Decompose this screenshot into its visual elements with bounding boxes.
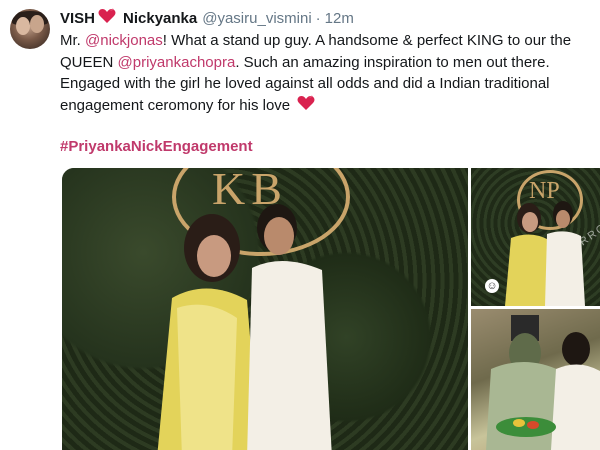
hashtag-link[interactable]: #PriyankaNickEngagement — [60, 138, 253, 155]
avatar-face — [30, 15, 44, 33]
photo-side-bottom[interactable] — [471, 309, 600, 450]
user-handle[interactable]: @yasiru_vismini — [202, 10, 311, 27]
couple-figure — [505, 201, 585, 306]
tweet-header: VISH Nickyanka @yasiru_vismini · 12m — [60, 8, 354, 28]
media-grid: KB NP MUMBAI MIRROR ☺ — [62, 168, 600, 450]
photo-side-top[interactable]: NP MUMBAI MIRROR ☺ — [471, 168, 600, 306]
tweet-timestamp[interactable]: 12m — [325, 10, 354, 27]
smiley-icon: ☺ — [485, 279, 499, 293]
avatar[interactable] — [10, 9, 50, 49]
heart-emoji-icon — [98, 8, 116, 28]
avatar-face — [16, 17, 30, 35]
heart-emoji-icon — [297, 95, 315, 118]
man-figure — [247, 204, 332, 450]
mention-link[interactable]: @nickjonas — [85, 32, 163, 49]
ceremony-scene — [486, 315, 600, 450]
display-name-suffix[interactable]: Nickyanka — [123, 10, 197, 27]
mention-link[interactable]: @priyankachopra — [118, 54, 236, 71]
separator-dot: · — [315, 9, 321, 27]
tweet-text: Mr. @nickjonas! What a stand up guy. A h… — [60, 30, 592, 117]
display-name[interactable]: VISH — [60, 10, 95, 27]
photo-main[interactable]: KB — [62, 168, 468, 450]
tweet-text-segment: Mr. — [60, 32, 85, 49]
